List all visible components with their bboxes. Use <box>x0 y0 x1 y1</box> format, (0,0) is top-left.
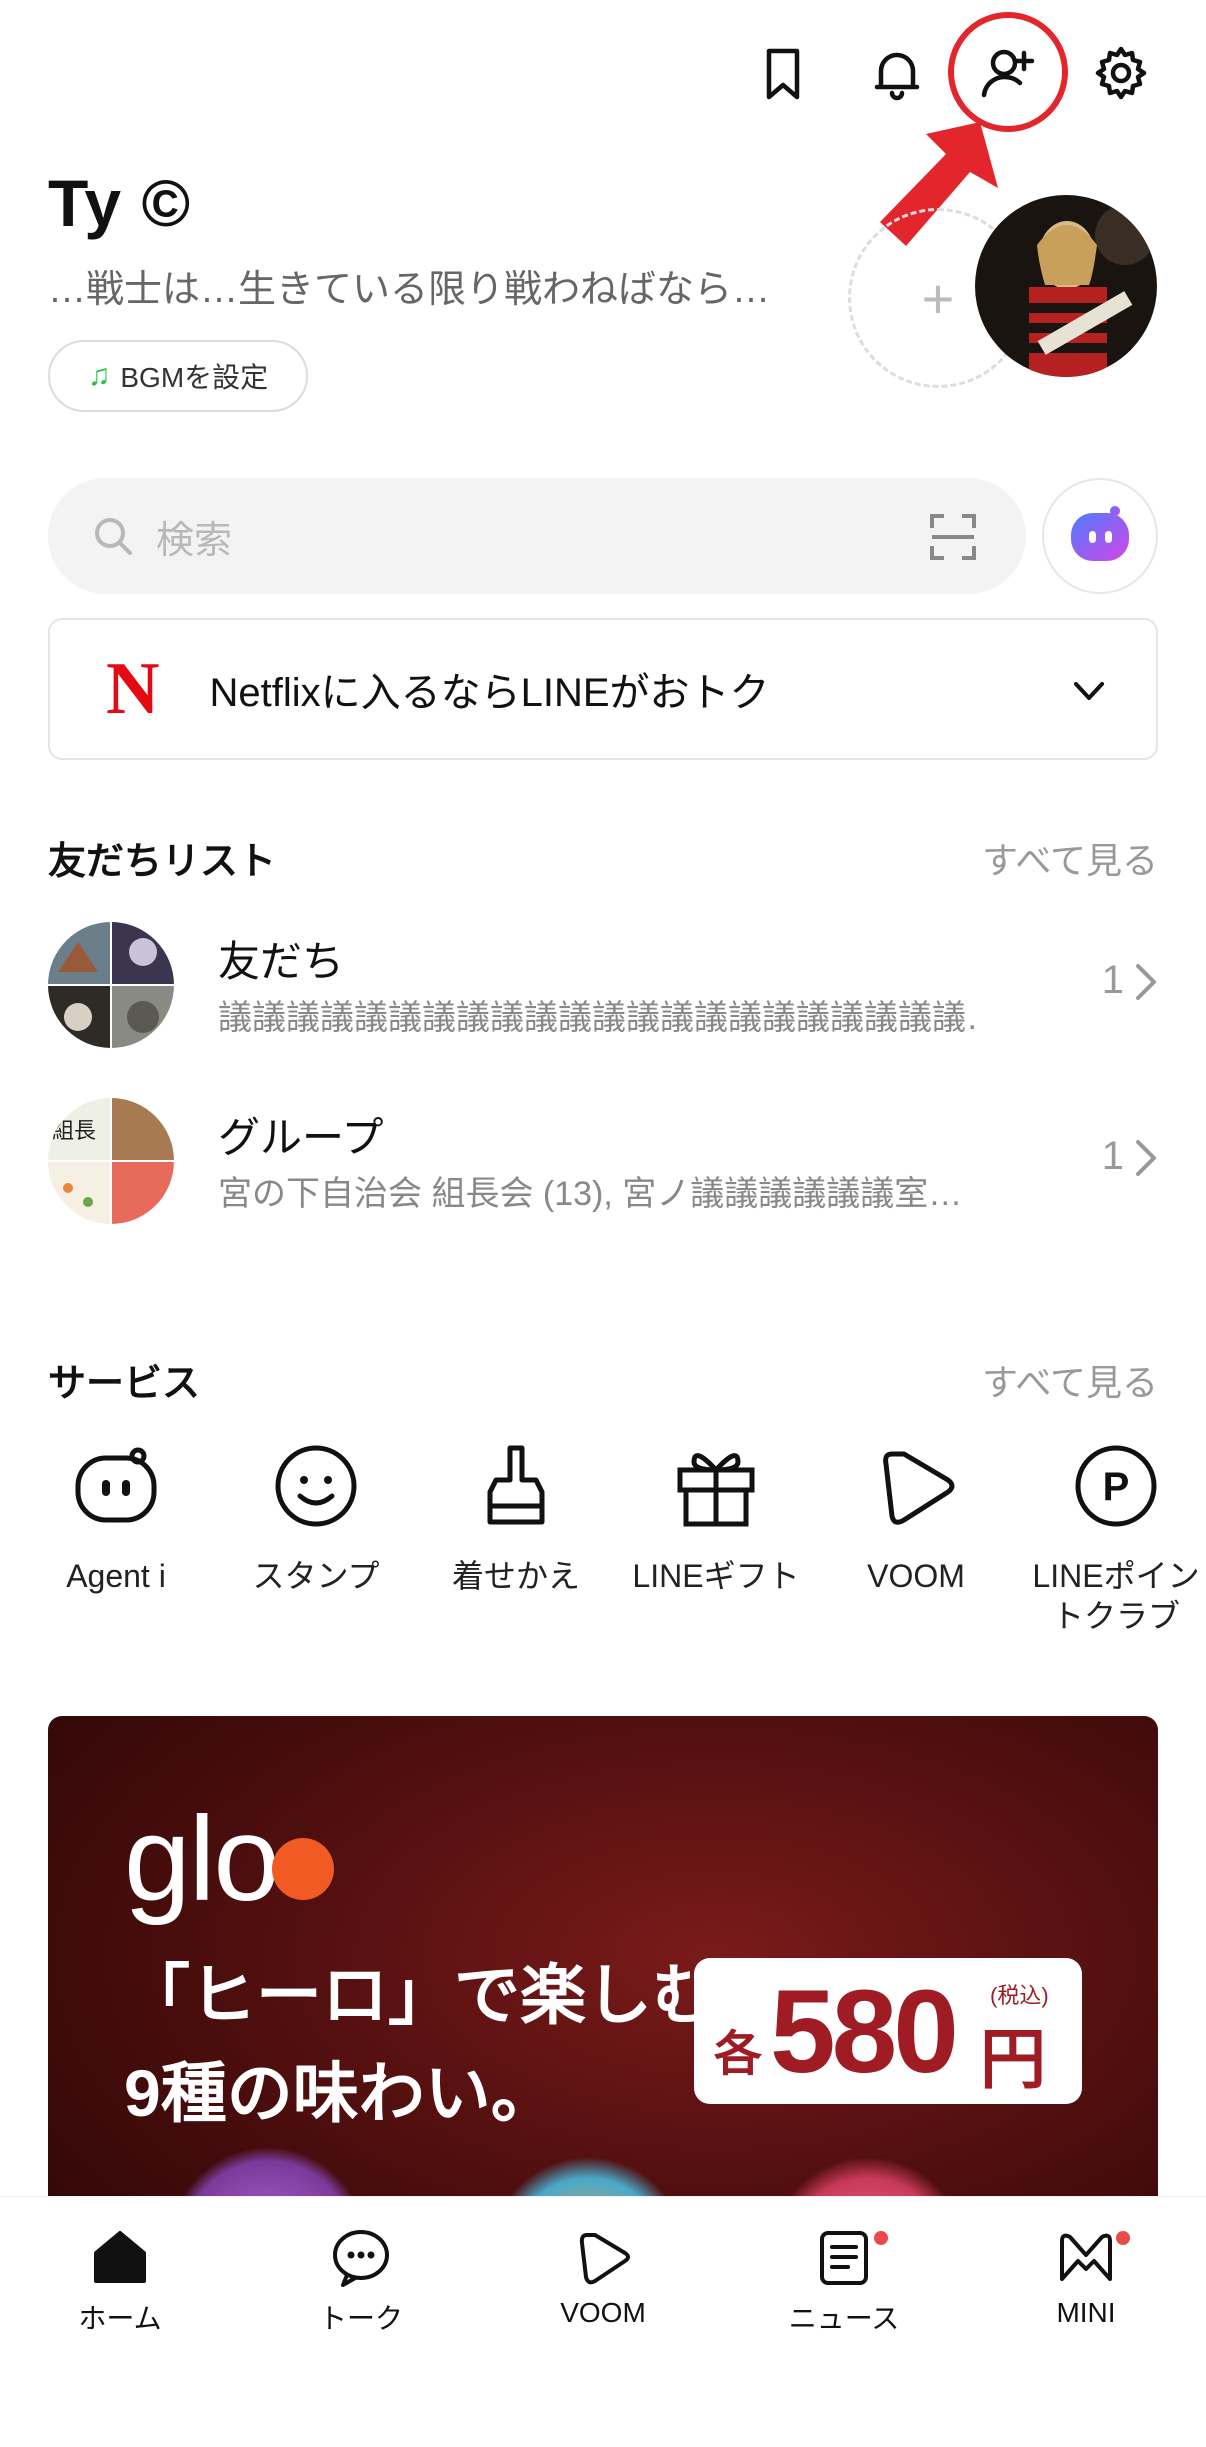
tab-home[interactable]: ホーム <box>20 2225 220 2337</box>
services-row: Agent i スタンプ 着せかえ LINEギフト VOOM P LINEポイン… <box>0 1440 1206 1660</box>
groups-avatar-grid: 組長 <box>48 1098 174 1224</box>
service-label: 着せかえ <box>451 1558 580 1594</box>
bookmark-button[interactable] <box>748 38 818 108</box>
tab-label: ホーム <box>78 2303 162 2334</box>
groups-row-subtitle: 宮の下自治会 組長会 (13), 宮ノ議議議議議議室… <box>218 1175 963 1213</box>
mini-badge <box>1116 2231 1130 2245</box>
notifications-button[interactable] <box>862 38 932 108</box>
mini-icon <box>1060 2233 1112 2281</box>
bgm-button[interactable]: ♫ BGMを設定 <box>48 340 308 412</box>
groups-row[interactable]: 組長 グループ 宮の下自治会 組長会 (13), 宮ノ議議議議議議室… 1 <box>0 1098 1206 1238</box>
service-label: VOOM <box>867 1558 965 1594</box>
tab-news[interactable]: ニュース <box>744 2225 944 2337</box>
profile-avatar[interactable] <box>975 195 1157 377</box>
profile-name[interactable]: Ty © <box>48 165 191 241</box>
svg-text:組長: 組長 <box>52 1119 96 1144</box>
bookmark-icon <box>766 48 800 100</box>
service-label: Agent i <box>66 1558 166 1594</box>
chat-icon <box>333 2230 389 2287</box>
price-each: 各 <box>714 2028 763 2081</box>
service-gift[interactable]: LINEギフト <box>626 1440 806 1596</box>
ad-catch-line-1: 「ヒーロ」で楽しむ、 <box>124 1958 784 2032</box>
highlight-circle <box>948 12 1068 132</box>
friends-avatar-grid <box>48 922 174 1048</box>
voom-icon <box>579 2233 630 2285</box>
chevron-down-icon[interactable] <box>1068 670 1110 712</box>
home-icon <box>94 2231 146 2283</box>
service-agent-i[interactable]: Agent i <box>26 1440 206 1596</box>
settings-button[interactable] <box>1086 38 1156 108</box>
smile-icon <box>275 1445 357 1527</box>
bell-icon <box>874 52 920 101</box>
gear-icon <box>1095 46 1147 100</box>
netflix-logo: N <box>106 647 160 730</box>
plus-icon: + <box>921 266 955 330</box>
glo-brand: glo <box>124 1792 280 1926</box>
search-bar[interactable]: 検索 <box>48 478 1026 594</box>
avatar-image <box>975 195 1157 377</box>
voom-icon <box>883 1451 955 1525</box>
services-see-all-link[interactable]: すべて見る <box>982 1354 1158 1406</box>
tab-mini[interactable]: MINI <box>986 2225 1186 2329</box>
bottom-tab-bar: ホーム トーク VOOM ニュース MINI <box>0 2196 1206 2447</box>
service-stamp[interactable]: スタンプ <box>226 1440 406 1596</box>
agent-icon <box>75 1447 157 1523</box>
tab-label: ニュース <box>788 2303 900 2334</box>
points-icon: P <box>1075 1445 1157 1527</box>
price-value: 580 <box>770 1966 959 2098</box>
groups-row-title: グループ <box>218 1114 384 1161</box>
tab-label: VOOM <box>560 2297 646 2328</box>
chevron-right-icon <box>1136 1140 1156 1176</box>
friends-row-title: 友だち <box>218 938 345 985</box>
service-label: LINEギフト <box>632 1558 800 1594</box>
tab-talk[interactable]: トーク <box>261 2225 461 2337</box>
news-icon <box>820 2231 868 2285</box>
agent-i-button[interactable] <box>1042 478 1158 594</box>
price-yen: 円 <box>980 2022 1046 2096</box>
promo-text: Netflixに入るならLINEがおトク <box>209 671 770 715</box>
groups-row-count: 1 <box>1101 1134 1124 1178</box>
friends-see-all-link[interactable]: すべて見る <box>982 832 1158 884</box>
gift-icon <box>677 1453 755 1527</box>
service-label: スタンプ <box>252 1558 380 1594</box>
ad-catch-line-2: 9種の味わい。 <box>124 2056 557 2130</box>
chevron-right-icon <box>1136 964 1156 1000</box>
bgm-label: BGMを設定 <box>120 362 269 393</box>
friends-row-subtitle: 議議議議議議議議議議議議議議議議議議議議議議… <box>218 999 978 1037</box>
brush-icon <box>487 1445 545 1525</box>
qr-scan-icon[interactable] <box>928 512 978 562</box>
music-note-icon: ♫ <box>87 359 111 392</box>
tab-label: トーク <box>318 2303 403 2334</box>
service-label: LINEポイン トクラブ <box>1032 1558 1200 1634</box>
search-icon <box>95 518 132 555</box>
tab-label: MINI <box>1056 2297 1116 2328</box>
price-box: 各 580 (税込) 円 <box>694 1958 1082 2104</box>
service-voom[interactable]: VOOM <box>826 1440 1006 1596</box>
profile-status[interactable]: …戦士は…生きている限り戦わねばなら… <box>48 258 788 313</box>
news-badge <box>874 2231 888 2245</box>
netflix-promo-banner[interactable]: N Netflixに入るならLINEがおトク <box>48 618 1158 760</box>
services-section-title: サービス <box>48 1363 201 1405</box>
service-points[interactable]: P LINEポイン トクラブ <box>1026 1440 1206 1636</box>
friends-section-title: 友だちリスト <box>48 841 277 883</box>
glo-dot-icon <box>272 1838 334 1900</box>
friends-row[interactable]: 友だち 議議議議議議議議議議議議議議議議議議議議議議… 1 <box>0 922 1206 1062</box>
agent-i-icon <box>1071 506 1129 561</box>
service-theme[interactable]: 着せかえ <box>426 1440 606 1596</box>
search-placeholder: 検索 <box>156 519 233 562</box>
ad-catchphrase: 「ヒーロ」で楽しむ、 9種の味わい。 <box>124 1946 784 2142</box>
svg-text:P: P <box>1103 1465 1130 1509</box>
friends-row-count: 1 <box>1101 958 1124 1002</box>
tab-voom[interactable]: VOOM <box>503 2225 703 2329</box>
